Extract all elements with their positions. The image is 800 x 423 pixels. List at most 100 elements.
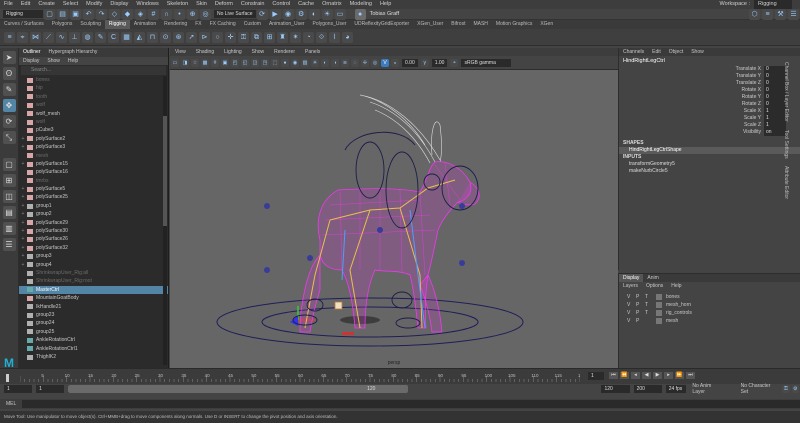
viewport-menu-shading[interactable]: Shading bbox=[191, 48, 219, 56]
blendshape-icon[interactable]: ◭ bbox=[134, 31, 145, 43]
menu-cache[interactable]: Cache bbox=[294, 0, 318, 9]
save-scene-icon[interactable]: ▣ bbox=[70, 8, 81, 20]
lights-icon[interactable]: ☀ bbox=[311, 58, 319, 67]
input-node-0[interactable]: transformGeometry5 bbox=[619, 161, 800, 168]
goat-rig-scene[interactable]: persp bbox=[170, 70, 618, 368]
outliner-item[interactable]: ShrinkwrapUser_Rig:all bbox=[19, 269, 168, 277]
create-joints-icon[interactable]: ⌖ bbox=[17, 31, 28, 43]
layer-p-toggle[interactable]: P bbox=[636, 301, 645, 309]
shadows-icon[interactable]: ◐ bbox=[321, 58, 329, 67]
outliner-tab-hypergraph-hierarchy[interactable]: Hypergraph Hierarchy bbox=[45, 48, 102, 57]
playback-start-field[interactable]: 1 bbox=[36, 385, 65, 393]
user-name[interactable]: Tobias Graff bbox=[367, 11, 403, 17]
outliner-item[interactable]: + group1 bbox=[19, 202, 168, 210]
outliner-layout-icon[interactable]: ☰ bbox=[2, 238, 16, 251]
expand-icon[interactable]: + bbox=[19, 252, 27, 260]
outliner-item[interactable]: + polySurface29 bbox=[19, 219, 168, 227]
outliner-item[interactable]: wolf_mesh bbox=[19, 110, 168, 118]
expand-icon[interactable]: + bbox=[19, 193, 27, 201]
layer-name[interactable]: bones bbox=[666, 293, 726, 301]
select-camera-icon[interactable]: ▭ bbox=[171, 58, 179, 67]
snap-grid-icon[interactable]: # bbox=[148, 8, 159, 20]
layer-menu-layers[interactable]: Layers bbox=[619, 282, 642, 290]
outliner-item[interactable]: group24 bbox=[19, 319, 168, 327]
expand-icon[interactable]: + bbox=[19, 185, 27, 193]
expand-icon[interactable]: + bbox=[19, 160, 27, 168]
menu-display[interactable]: Display bbox=[106, 0, 132, 9]
channel-box-icon[interactable]: ☰ bbox=[788, 8, 799, 20]
outliner-item[interactable]: hip bbox=[19, 84, 168, 92]
node-editor-icon[interactable]: ⧉ bbox=[251, 31, 262, 43]
attr-scale-y[interactable]: Scale Y1 bbox=[619, 115, 800, 122]
near-field[interactable]: 0.00 bbox=[402, 58, 418, 67]
outliner-item[interactable]: MasterCtrl bbox=[19, 285, 168, 295]
move-tool-icon[interactable]: ✥ bbox=[2, 99, 16, 112]
shelf-tab-xgen[interactable]: XGen bbox=[536, 20, 557, 29]
outliner-item[interactable]: polySurface16 bbox=[19, 168, 168, 176]
layer-color-swatch[interactable] bbox=[656, 302, 662, 308]
select-tool-icon[interactable]: ➤ bbox=[2, 51, 16, 64]
camera-icon[interactable]: ▭ bbox=[334, 8, 346, 20]
grid-icon[interactable]: # bbox=[211, 58, 219, 67]
redo-icon[interactable]: ↷ bbox=[96, 8, 107, 20]
pole-vector-icon[interactable]: ⊳ bbox=[199, 31, 210, 43]
gate-mask-icon[interactable]: ◱ bbox=[241, 58, 249, 67]
outliner-menu-help[interactable]: Help bbox=[64, 57, 82, 65]
layer-v-toggle[interactable]: V bbox=[627, 309, 636, 317]
open-scene-icon[interactable]: ▤ bbox=[57, 8, 68, 20]
shelf-tab-curves-surfaces[interactable]: Curves / Surfaces bbox=[0, 20, 48, 29]
viewport-menu-lighting[interactable]: Lighting bbox=[219, 48, 247, 56]
wrap-icon[interactable]: ⟐ bbox=[316, 31, 327, 43]
viewport-canvas[interactable]: persp bbox=[170, 70, 618, 368]
bind-skin-icon[interactable]: ◍ bbox=[82, 31, 93, 43]
shelf-tab-mash[interactable]: MASH bbox=[469, 20, 491, 29]
expand-icon[interactable]: + bbox=[19, 202, 27, 210]
outliner-item[interactable]: bones bbox=[19, 76, 168, 84]
outliner-menu-display[interactable]: Display bbox=[19, 57, 43, 65]
layer-color-swatch[interactable] bbox=[656, 310, 662, 316]
current-time-marker[interactable] bbox=[6, 374, 9, 382]
paint-weights-icon[interactable]: ✎ bbox=[95, 31, 106, 43]
snap-view-icon[interactable]: ⊕ bbox=[187, 8, 198, 20]
lattice-icon[interactable]: ▦ bbox=[121, 31, 132, 43]
expand-icon[interactable]: + bbox=[19, 143, 27, 151]
expand-icon[interactable]: + bbox=[19, 235, 27, 243]
outliner-item[interactable]: wolf bbox=[19, 118, 168, 126]
outliner-item[interactable]: + group4 bbox=[19, 261, 168, 269]
shelf-tab-animation[interactable]: Animation bbox=[130, 20, 160, 29]
gamma-icon[interactable]: γ bbox=[420, 58, 429, 67]
outliner-item[interactable]: wolf bbox=[19, 101, 168, 109]
single-pane-icon[interactable]: ▢ bbox=[2, 158, 16, 171]
playback-end-field[interactable]: 120 bbox=[601, 385, 630, 393]
live-surface-icon[interactable]: ◎ bbox=[200, 8, 211, 20]
attr-scale-z[interactable]: Scale Z1 bbox=[619, 122, 800, 129]
outliner-item[interactable]: + polySurface26 bbox=[19, 235, 168, 243]
outliner-scrollbar[interactable] bbox=[163, 76, 167, 365]
color-space-select[interactable]: sRGB gamma bbox=[461, 58, 512, 67]
menu-constrain[interactable]: Constrain bbox=[237, 0, 269, 9]
vr-icon[interactable]: V bbox=[381, 58, 389, 67]
render-settings-icon[interactable]: ⚙ bbox=[295, 8, 307, 20]
step-back-frame-icon[interactable]: ◂ bbox=[631, 372, 640, 379]
menu-help[interactable]: Help bbox=[376, 0, 395, 9]
component-editor-icon[interactable]: ⊞ bbox=[264, 31, 275, 43]
expand-icon[interactable]: + bbox=[19, 244, 27, 252]
outliner-item[interactable]: group25 bbox=[19, 328, 168, 336]
shelf-tab-rigging[interactable]: Rigging bbox=[104, 20, 130, 29]
outliner-item[interactable]: + polySurface25 bbox=[19, 193, 168, 201]
shelf-tab-rendering[interactable]: Rendering bbox=[160, 20, 191, 29]
snap-point-icon[interactable]: • bbox=[174, 8, 185, 20]
outliner-item[interactable]: ShrinkwrapUser_Rig:root bbox=[19, 277, 168, 285]
play-backward-icon[interactable]: ◀ bbox=[642, 372, 651, 379]
menu-skeleton[interactable]: Skeleton bbox=[163, 0, 192, 9]
field-chart-icon[interactable]: ◲ bbox=[251, 58, 259, 67]
channel-box-menu-object[interactable]: Object bbox=[665, 48, 687, 56]
safe-action-icon[interactable]: ◳ bbox=[261, 58, 269, 67]
menu-modeling[interactable]: Modeling bbox=[346, 0, 376, 9]
layer-menu-options[interactable]: Options bbox=[642, 282, 667, 290]
goat-body-wireframe[interactable] bbox=[299, 161, 480, 333]
channel-box-menu-channels[interactable]: Channels bbox=[619, 48, 648, 56]
step-forward-frame-icon[interactable]: ▸ bbox=[664, 372, 673, 379]
menu-modify[interactable]: Modify bbox=[82, 0, 106, 9]
color-mgmt-icon[interactable]: ◓ bbox=[450, 58, 459, 67]
